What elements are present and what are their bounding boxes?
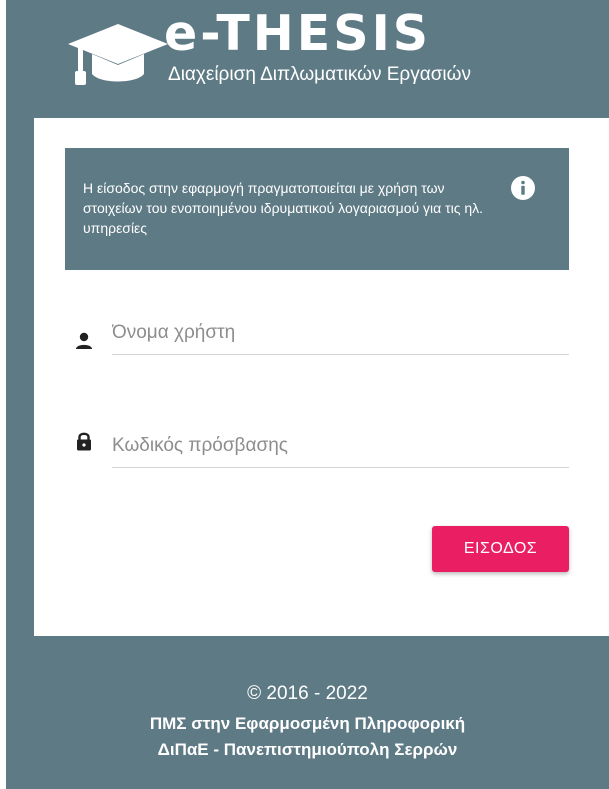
app-title: e-THESIS (164, 5, 432, 62)
login-card: Η είσοδος στην εφαρμογή πραγματοποιείται… (34, 118, 609, 636)
info-message: Η είσοδος στην εφαρμογή πραγματοποιείται… (83, 180, 484, 236)
password-input[interactable] (112, 424, 569, 468)
footer-copyright: © 2016 - 2022 (247, 683, 368, 704)
login-page: e-THESIS Διαχείριση Διπλωματικών Εργασιώ… (6, 0, 609, 789)
app-subtitle: Διαχείριση Διπλωματικών Εργασιών (168, 64, 471, 85)
footer-institution: ΔιΠαΕ - Πανεπιστημιούπολη Σερρών (157, 740, 458, 759)
footer: © 2016 - 2022 ΠΜΣ στην Εφαρμοσμένη Πληρο… (6, 682, 609, 762)
username-input[interactable] (112, 311, 569, 355)
footer-program: ΠΜΣ στην Εφαρμοσμένη Πληροφορική (149, 714, 466, 733)
login-button[interactable]: ΕΙΣΟΔΟΣ (432, 526, 569, 572)
graduation-cap-icon (68, 24, 168, 85)
info-alert: Η είσοδος στην εφαρμογή πραγματοποιείται… (65, 148, 569, 270)
info-icon (511, 176, 535, 200)
lock-icon (77, 432, 91, 451)
user-icon (76, 332, 92, 349)
